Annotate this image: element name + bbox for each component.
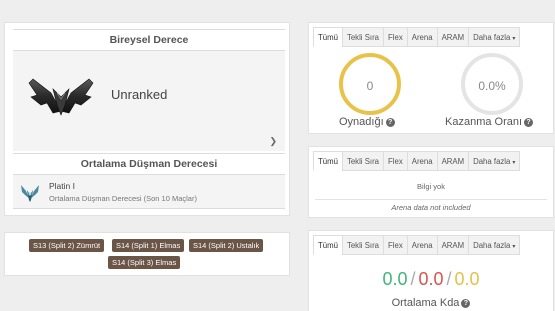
tab-more[interactable]: Daha fazla ▾ (468, 151, 521, 171)
chevron-down-icon: ▾ (512, 36, 516, 42)
help-icon[interactable]: ? (524, 118, 534, 127)
tab-arena[interactable]: Arena (406, 27, 438, 47)
played-value: 0 (366, 79, 374, 93)
tab-all[interactable]: Tümü (313, 151, 343, 171)
tab-solo[interactable]: Tekli Sıra (341, 235, 385, 255)
queue-tabs: Tümü Tekli Sıra Flex Arena ARAM Daha faz… (313, 235, 553, 255)
tab-arena[interactable]: Arena (406, 235, 438, 255)
chevron-down-icon: ▾ (512, 160, 516, 166)
kda-kills: 0.0 (382, 269, 408, 289)
enemy-rank-value: Platin I (49, 181, 75, 191)
rank-card: Bireysel Derece Unranked ❯ Ortalama Düşm… (4, 22, 290, 216)
winrate-label-text: Kazanma Oranı (445, 116, 523, 128)
kda-values: 0.0/0.0/0.0 (309, 269, 553, 290)
champion-stats-card: Tümü Tekli Sıra Flex Arena ARAM Daha faz… (308, 146, 554, 218)
enemy-rank-row: Platin I Ortalama Düşman Derecesi (Son 1… (13, 175, 285, 209)
played-label-text: Oynadığı (339, 116, 384, 128)
kda-card: Tümü Tekli Sıra Flex Arena ARAM Daha faz… (308, 230, 554, 311)
tab-flex[interactable]: Flex (383, 235, 408, 255)
kda-label: Ortalama Kda? (309, 297, 553, 309)
enemy-rank-subtitle: Ortalama Düşman Derecesi (Son 10 Maçlar) (49, 194, 197, 203)
kda-label-text: Ortalama Kda (391, 297, 460, 309)
winrate-label: Kazanma Oranı? (445, 116, 534, 128)
winrate-ring: 0.0% (461, 53, 523, 115)
rank-tier: Unranked (111, 87, 168, 102)
tab-flex[interactable]: Flex (383, 151, 408, 171)
tab-aram[interactable]: ARAM (436, 27, 470, 47)
tab-arena[interactable]: Arena (406, 151, 438, 171)
rank-section-title: Bireysel Derece (13, 29, 285, 51)
tab-aram[interactable]: ARAM (436, 235, 470, 255)
tab-solo[interactable]: Tekli Sıra (341, 27, 385, 47)
help-icon[interactable]: ? (461, 299, 471, 308)
tab-solo[interactable]: Tekli Sıra (341, 151, 385, 171)
season-badge: S13 (Split 2) Zümrüt (29, 239, 105, 252)
tab-all[interactable]: Tümü (313, 27, 343, 47)
rank-body[interactable]: Unranked ❯ (13, 51, 285, 151)
season-badge: S14 (Split 1) Elmas (112, 239, 185, 252)
divider (315, 199, 547, 200)
enemy-rank-title: Ortalama Düşman Derecesi (13, 153, 285, 175)
chevron-down-icon: ▾ (512, 244, 516, 250)
kda-separator: / (446, 269, 452, 289)
kda-separator: / (410, 269, 416, 289)
tab-more-label: Daha fazla (473, 157, 511, 166)
tab-more[interactable]: Daha fazla ▾ (468, 235, 521, 255)
chevron-down-icon[interactable]: ❯ (269, 136, 277, 147)
winrate-value: 0.0% (478, 79, 506, 93)
tab-aram[interactable]: ARAM (436, 151, 470, 171)
no-data-note: Arena data not included (391, 203, 471, 212)
played-ring: 0 (339, 53, 401, 115)
tab-more[interactable]: Daha fazla ▾ (468, 27, 521, 47)
played-label: Oynadığı? (339, 116, 395, 128)
platinum-emblem-icon (21, 185, 39, 202)
kda-assists: 0.0 (454, 269, 480, 289)
unranked-emblem-icon (28, 78, 94, 116)
season-badge: S14 (Split 3) Elmas (108, 256, 181, 269)
tab-all[interactable]: Tümü (313, 235, 343, 255)
tab-flex[interactable]: Flex (383, 27, 408, 47)
help-icon[interactable]: ? (385, 118, 395, 127)
queue-tabs: Tümü Tekli Sıra Flex Arena ARAM Daha faz… (313, 27, 553, 47)
queue-tabs: Tümü Tekli Sıra Flex Arena ARAM Daha faz… (313, 151, 553, 171)
winrate-card: Tümü Tekli Sıra Flex Arena ARAM Daha faz… (308, 22, 554, 134)
season-badges-card: S13 (Split 2) Zümrüt S14 (Split 1) Elmas… (4, 232, 290, 276)
tab-more-label: Daha fazla (473, 33, 511, 42)
season-badge: S14 (Split 2) Ustalık (189, 239, 264, 252)
no-data-text: Bilgi yok (417, 182, 445, 191)
kda-deaths: 0.0 (418, 269, 444, 289)
tab-more-label: Daha fazla (473, 241, 511, 250)
